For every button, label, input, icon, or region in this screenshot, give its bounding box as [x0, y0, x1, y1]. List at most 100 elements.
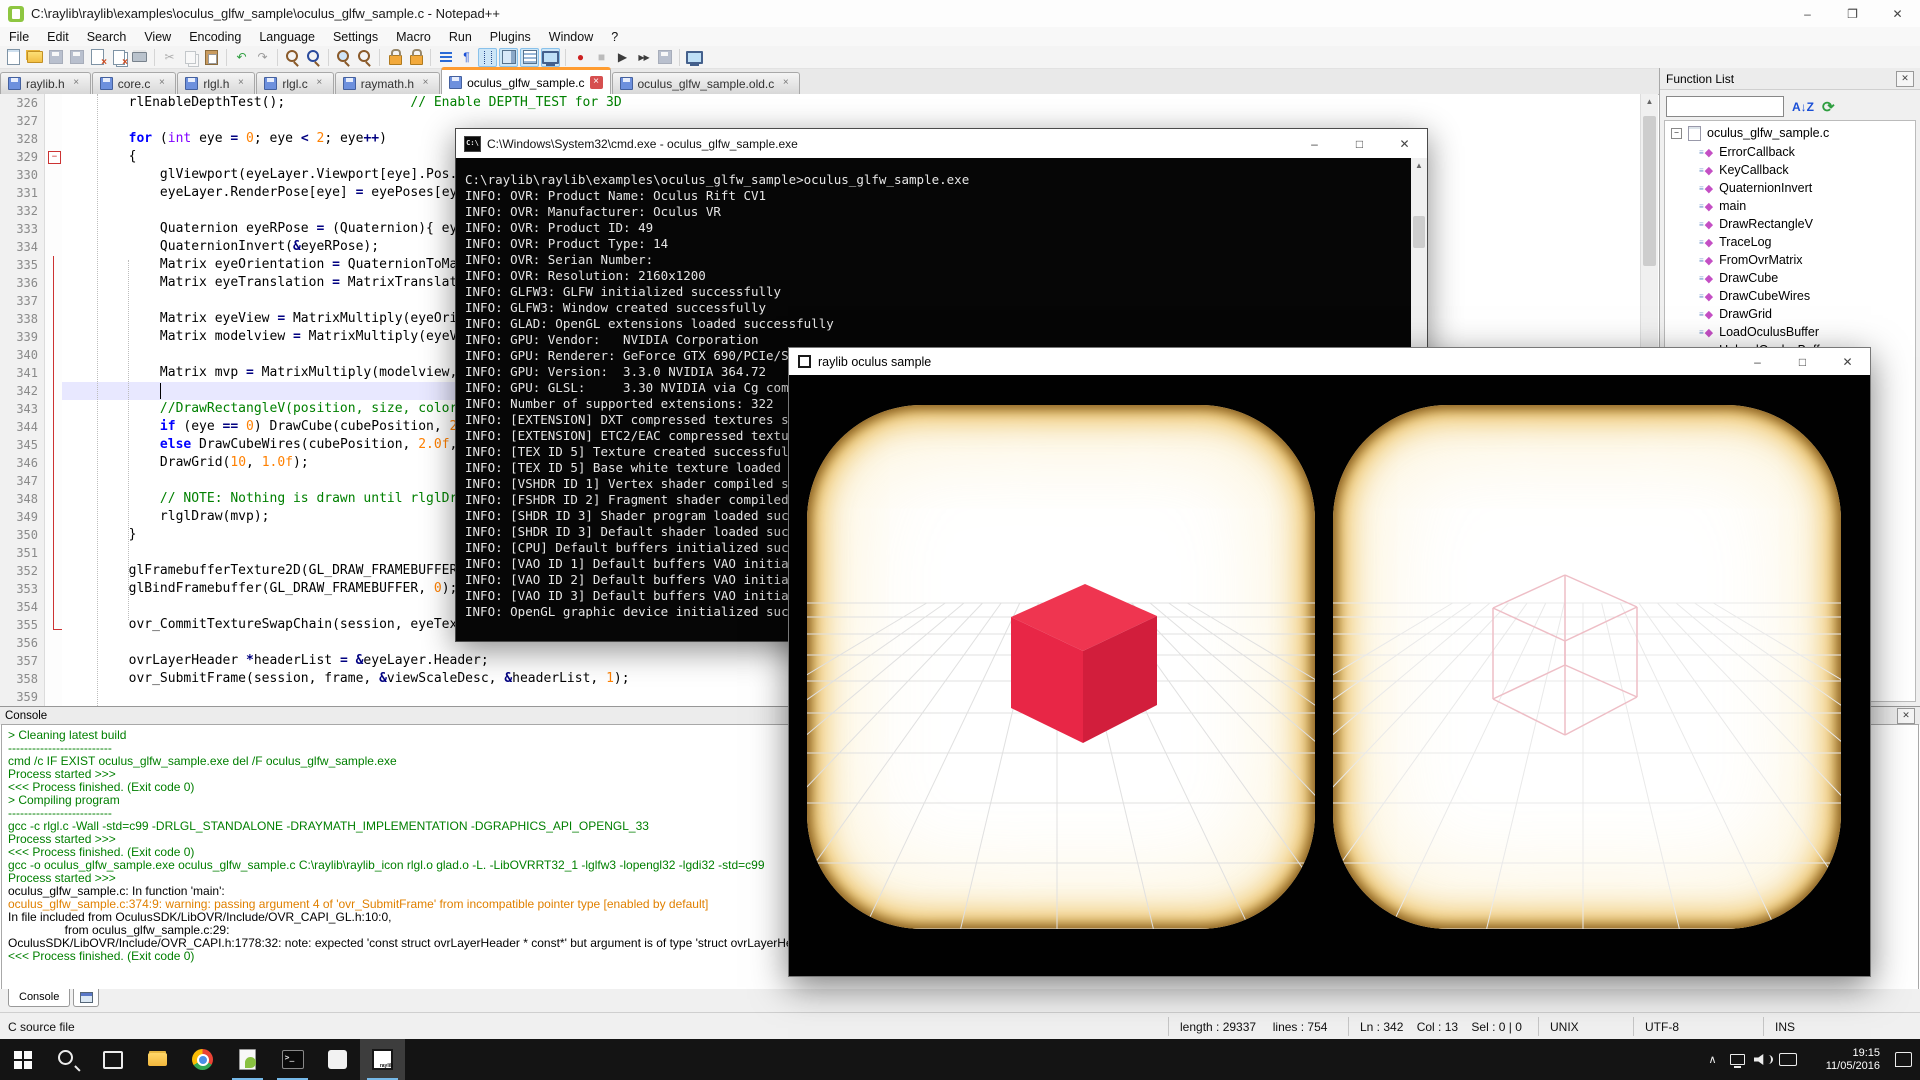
- menu-window[interactable]: Window: [540, 28, 602, 46]
- raylib-minimize-button[interactable]: –: [1735, 348, 1780, 375]
- tab-oculus-glfw-sample-c[interactable]: oculus_glfw_sample.c×: [441, 67, 610, 95]
- sync-horizontal-scroll-icon[interactable]: [406, 48, 425, 67]
- function-item-drawgrid[interactable]: ≡◆DrawGrid: [1665, 305, 1915, 323]
- word-wrap-icon[interactable]: [436, 48, 455, 67]
- tab-oculus-glfw-sample-old-c[interactable]: oculus_glfw_sample.old.c×: [612, 72, 801, 94]
- console-tab[interactable]: Console: [8, 989, 70, 1007]
- function-item-quaternioninvert[interactable]: ≡◆QuaternionInvert: [1665, 179, 1915, 197]
- file-explorer-icon[interactable]: [135, 1039, 180, 1080]
- save-recorded-macro-icon[interactable]: [655, 48, 674, 67]
- function-tree-root[interactable]: − oculus_glfw_sample.c: [1665, 121, 1915, 143]
- function-item-tracelog[interactable]: ≡◆TraceLog: [1665, 233, 1915, 251]
- function-item-keycallback[interactable]: ≡◆KeyCallback: [1665, 161, 1915, 179]
- close-tab-icon[interactable]: ×: [590, 76, 603, 89]
- cmd-maximize-button[interactable]: □: [1337, 130, 1382, 157]
- menu-settings[interactable]: Settings: [324, 28, 387, 46]
- save-file-icon[interactable]: [46, 48, 65, 67]
- close-tab-icon[interactable]: ×: [779, 77, 792, 90]
- menu-file[interactable]: File: [0, 28, 38, 46]
- open-file-icon[interactable]: [25, 48, 44, 67]
- touch-keyboard-icon[interactable]: [1775, 1039, 1800, 1080]
- oculus-app-icon[interactable]: [315, 1039, 360, 1080]
- function-item-main[interactable]: ≡◆main: [1665, 197, 1915, 215]
- new-file-icon[interactable]: [4, 48, 23, 67]
- cmd-minimize-button[interactable]: –: [1292, 130, 1337, 157]
- refresh-icon[interactable]: ⟳: [1822, 98, 1835, 116]
- print-icon[interactable]: [130, 48, 149, 67]
- copy-icon[interactable]: [181, 48, 200, 67]
- panel-icon-tab[interactable]: [73, 989, 99, 1007]
- close-all-icon[interactable]: [109, 48, 128, 67]
- save-all-icon[interactable]: [67, 48, 86, 67]
- fold-collapse-icon[interactable]: −: [48, 151, 61, 164]
- raylib-app-icon[interactable]: [360, 1039, 405, 1080]
- redo-icon[interactable]: ↷: [253, 48, 272, 67]
- find-icon[interactable]: [283, 48, 302, 67]
- cmd-prompt-icon[interactable]: [270, 1039, 315, 1080]
- monitoring-icon[interactable]: [685, 48, 704, 67]
- doc-map-icon[interactable]: [499, 48, 518, 67]
- stop-recording-icon[interactable]: ■: [592, 48, 611, 67]
- menu-language[interactable]: Language: [250, 28, 324, 46]
- menu-search[interactable]: Search: [78, 28, 136, 46]
- tab-raymath-h[interactable]: raymath.h×: [335, 72, 440, 94]
- search-icon[interactable]: [45, 1039, 90, 1080]
- cmd-close-button[interactable]: ✕: [1382, 130, 1427, 157]
- close-console-icon[interactable]: ✕: [1897, 708, 1915, 724]
- close-tab-icon[interactable]: ×: [419, 77, 432, 90]
- tab-rlgl-c[interactable]: rlgl.c×: [256, 72, 333, 94]
- menu-macro[interactable]: Macro: [387, 28, 440, 46]
- menu-view[interactable]: View: [135, 28, 180, 46]
- cmd-scroll-up-icon[interactable]: ▲: [1411, 158, 1427, 174]
- sync-vertical-scroll-icon[interactable]: [385, 48, 404, 67]
- function-search-input[interactable]: [1666, 96, 1784, 117]
- function-item-drawcubewires[interactable]: ≡◆DrawCubeWires: [1665, 287, 1915, 305]
- record-macro-icon[interactable]: ●: [571, 48, 590, 67]
- close-tab-icon[interactable]: ×: [234, 77, 247, 90]
- tab-core-c[interactable]: core.c×: [92, 72, 177, 94]
- playback-macro-icon[interactable]: ▶: [613, 48, 632, 67]
- close-panel-icon[interactable]: ✕: [1896, 71, 1914, 87]
- tab-raylib-h[interactable]: raylib.h×: [0, 72, 91, 94]
- function-item-fromovrmatrix[interactable]: ≡◆FromOvrMatrix: [1665, 251, 1915, 269]
- task-view-icon[interactable]: [90, 1039, 135, 1080]
- menu-run[interactable]: Run: [440, 28, 481, 46]
- scrollbar-thumb[interactable]: [1643, 116, 1656, 266]
- menu-help[interactable]: ?: [602, 28, 627, 46]
- raylib-maximize-button[interactable]: □: [1780, 348, 1825, 375]
- indent-guide-icon[interactable]: [478, 48, 497, 67]
- zoom-out-icon[interactable]: [355, 48, 374, 67]
- replace-icon[interactable]: [304, 48, 323, 67]
- scroll-up-arrow-icon[interactable]: ▲: [1641, 94, 1658, 110]
- collapse-expander-icon[interactable]: −: [1671, 128, 1682, 139]
- chrome-icon[interactable]: [180, 1039, 225, 1080]
- cmd-scrollbar-thumb[interactable]: [1413, 216, 1425, 248]
- menu-encoding[interactable]: Encoding: [180, 28, 250, 46]
- cut-icon[interactable]: ✂: [160, 48, 179, 67]
- network-icon[interactable]: [1725, 1039, 1750, 1080]
- hidden-icons-icon[interactable]: ∧: [1700, 1039, 1725, 1080]
- notepad-plus-plus-icon[interactable]: [225, 1039, 270, 1080]
- close-tab-icon[interactable]: ×: [155, 77, 168, 90]
- sort-az-icon[interactable]: A↓Z: [1792, 100, 1814, 114]
- function-item-loadoculusbuffer[interactable]: ≡◆LoadOculusBuffer: [1665, 323, 1915, 341]
- close-button[interactable]: ✕: [1875, 0, 1920, 27]
- tab-rlgl-h[interactable]: rlgl.h×: [177, 72, 255, 94]
- taskbar-clock[interactable]: 19:15 11/05/2016: [1804, 1047, 1880, 1073]
- raylib-close-button[interactable]: ✕: [1825, 348, 1870, 375]
- undo-icon[interactable]: ↶: [232, 48, 251, 67]
- function-item-errorcallback[interactable]: ≡◆ErrorCallback: [1665, 143, 1915, 161]
- minimize-button[interactable]: –: [1785, 0, 1830, 27]
- show-all-characters-icon[interactable]: ¶: [457, 48, 476, 67]
- doc-switcher-icon[interactable]: [541, 48, 560, 67]
- close-file-icon[interactable]: [88, 48, 107, 67]
- function-item-drawcube[interactable]: ≡◆DrawCube: [1665, 269, 1915, 287]
- volume-icon[interactable]: [1750, 1039, 1775, 1080]
- function-list-toggle-icon[interactable]: [520, 48, 539, 67]
- run-macro-multiple-icon[interactable]: ▶▶: [634, 48, 653, 67]
- close-tab-icon[interactable]: ×: [313, 77, 326, 90]
- close-tab-icon[interactable]: ×: [70, 77, 83, 90]
- function-item-drawrectanglev[interactable]: ≡◆DrawRectangleV: [1665, 215, 1915, 233]
- menu-edit[interactable]: Edit: [38, 28, 78, 46]
- zoom-in-icon[interactable]: [334, 48, 353, 67]
